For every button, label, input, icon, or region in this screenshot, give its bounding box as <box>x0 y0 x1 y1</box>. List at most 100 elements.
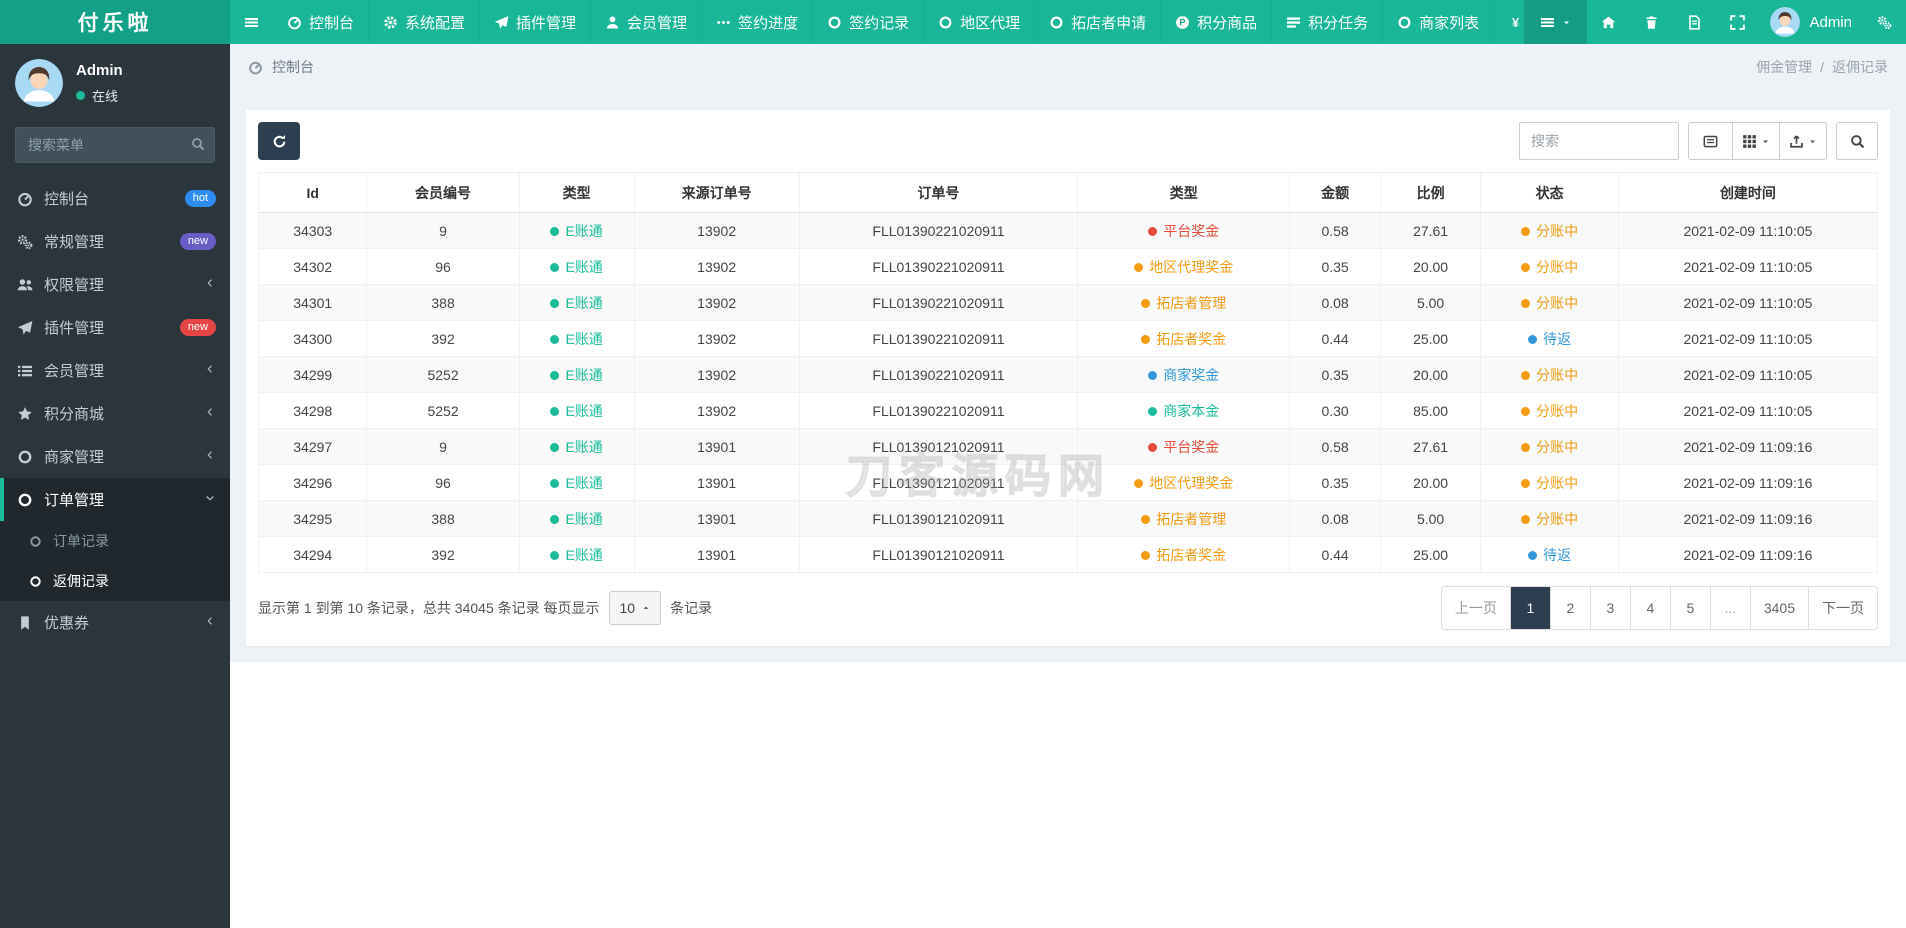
export-button[interactable] <box>1780 122 1827 160</box>
search-button[interactable] <box>1836 122 1878 160</box>
sidebar-item-label: 商家管理 <box>44 449 105 466</box>
nav-item[interactable]: 地区代理 <box>923 0 1034 44</box>
badge: new <box>179 319 216 336</box>
nav-item[interactable]: 商家列表 <box>1382 0 1493 44</box>
nav-item[interactable]: ¥口令记录 <box>1493 0 1524 44</box>
sidebar-subitem[interactable]: 订单记录 <box>0 521 230 561</box>
sidebar-item[interactable]: 权限管理 <box>0 263 230 306</box>
cell-ratio: 20.00 <box>1379 248 1482 285</box>
cell-amount: 0.35 <box>1289 464 1381 501</box>
nav-item[interactable]: 签约记录 <box>812 0 923 44</box>
colored-label: 分账中 <box>1536 366 1579 383</box>
cell-created: 2021-02-09 11:09:16 <box>1617 464 1879 501</box>
nav-item[interactable]: 控制台 <box>273 0 368 44</box>
columns-button[interactable] <box>1733 122 1780 160</box>
nav-item[interactable]: 积分任务 <box>1271 0 1382 44</box>
home-icon <box>1601 15 1616 30</box>
page-button[interactable]: 4 <box>1629 587 1670 629</box>
cell-id: 34303 <box>257 212 368 249</box>
cell-created: 2021-02-09 11:10:05 <box>1617 320 1879 357</box>
logs-button[interactable] <box>1673 0 1716 44</box>
settings-button[interactable] <box>1863 0 1906 44</box>
cell-status: 分账中 <box>1480 284 1619 321</box>
colored-label: E账通 <box>565 402 603 419</box>
sidebar-toggle-button[interactable] <box>230 0 273 44</box>
cell-created: 2021-02-09 11:10:05 <box>1617 212 1879 249</box>
page-button[interactable]: 5 <box>1669 587 1710 629</box>
cell-status: 待返 <box>1480 536 1619 573</box>
breadcrumb-section[interactable]: 控制台 <box>248 57 314 77</box>
page-button[interactable]: 2 <box>1549 587 1590 629</box>
pcircle-icon: P <box>1175 15 1190 30</box>
cell-order-no: FLL01390121020911 <box>798 464 1079 501</box>
page-button[interactable]: 上一页 <box>1441 587 1510 629</box>
nav-item[interactable]: 签约进度 <box>701 0 812 44</box>
home-button[interactable] <box>1587 0 1630 44</box>
cell-ratio: 85.00 <box>1379 392 1482 429</box>
status-dot-icon <box>1141 550 1151 560</box>
sidebar-item[interactable]: 会员管理 <box>0 349 230 392</box>
sidebar-item[interactable]: 积分商城 <box>0 392 230 435</box>
colored-label: E账通 <box>565 222 603 239</box>
sidebar-item[interactable]: 优惠券 <box>0 601 230 644</box>
circle-icon <box>17 492 33 508</box>
cell-id: 34301 <box>257 284 368 321</box>
svg-text:P: P <box>1180 17 1186 27</box>
status-dot-icon <box>1521 298 1531 308</box>
status-dot-icon <box>1148 370 1158 380</box>
colored-label: 拓店者管理 <box>1156 510 1227 527</box>
table-row: 34302 96 E账通 13902 FLL01390221020911 地区代理奖金 0.… <box>257 248 1879 285</box>
page-button[interactable]: 1 <box>1509 587 1550 629</box>
badge: hot <box>184 190 216 207</box>
page-size-select[interactable]: 10 <box>608 591 662 625</box>
sidebar-item[interactable]: 商家管理 <box>0 435 230 478</box>
colored-label: 分账中 <box>1536 474 1579 491</box>
page-button[interactable]: 下一页 <box>1808 587 1877 629</box>
sidebar-subitem[interactable]: 返佣记录 <box>0 561 230 601</box>
status-dot-icon <box>1521 262 1531 272</box>
page-button[interactable]: 3405 <box>1749 587 1808 629</box>
table-search-input[interactable] <box>1519 122 1679 160</box>
record-summary-suffix: 条记录 <box>670 600 713 616</box>
sidebar-item-label: 控制台 <box>44 191 90 208</box>
nav-item[interactable]: 会员管理 <box>590 0 701 44</box>
nav-item-label: 会员管理 <box>627 14 688 32</box>
nav-item[interactable]: 插件管理 <box>479 0 590 44</box>
sidebar-item[interactable]: 常规管理 new <box>0 220 230 263</box>
cell-bonus-type: 拓店者管理 <box>1077 284 1291 321</box>
status-dot-icon <box>550 406 560 416</box>
nav-item[interactable]: 系统配置 <box>368 0 479 44</box>
page-button[interactable]: ... <box>1709 587 1750 629</box>
nav-item-label: 地区代理 <box>960 14 1021 32</box>
status-dot-icon <box>550 550 560 560</box>
fullscreen-button[interactable] <box>1716 0 1759 44</box>
sidebar-item[interactable]: 插件管理 new <box>0 306 230 349</box>
trash-button[interactable] <box>1630 0 1673 44</box>
cell-member: 96 <box>366 464 520 501</box>
nav-item[interactable]: 拓店者申请 <box>1034 0 1160 44</box>
refresh-button[interactable] <box>258 122 300 160</box>
status-dot-icon <box>1148 406 1158 416</box>
gauge-icon <box>287 15 302 30</box>
cell-order-no: FLL01390221020911 <box>798 248 1079 285</box>
nav-item-label: 签约进度 <box>738 14 799 32</box>
sidebar-search-input[interactable] <box>15 127 215 163</box>
admin-user-menu[interactable]: Admin <box>1759 0 1863 44</box>
cell-type: E账通 <box>518 464 635 501</box>
cell-member: 5252 <box>366 392 520 429</box>
sidebar-item[interactable]: 订单管理 <box>0 478 230 521</box>
cell-id: 34296 <box>257 464 368 501</box>
app-logo[interactable]: 付乐啦 <box>0 0 230 44</box>
colored-label: E账通 <box>565 510 603 527</box>
page-button[interactable]: 3 <box>1589 587 1630 629</box>
sidebar-item[interactable]: 控制台 hot <box>0 177 230 220</box>
chevron-down-icon <box>204 491 216 508</box>
cell-bonus-type: 平台奖金 <box>1077 212 1291 249</box>
detail-view-button[interactable] <box>1688 122 1733 160</box>
nav-item[interactable]: P 积分商品 <box>1160 0 1271 44</box>
search-icon <box>191 137 205 151</box>
status-dot-icon <box>550 442 560 452</box>
navbar-list-dropdown[interactable] <box>1524 0 1588 44</box>
export-icon <box>1789 134 1804 149</box>
colored-label: E账通 <box>565 474 603 491</box>
